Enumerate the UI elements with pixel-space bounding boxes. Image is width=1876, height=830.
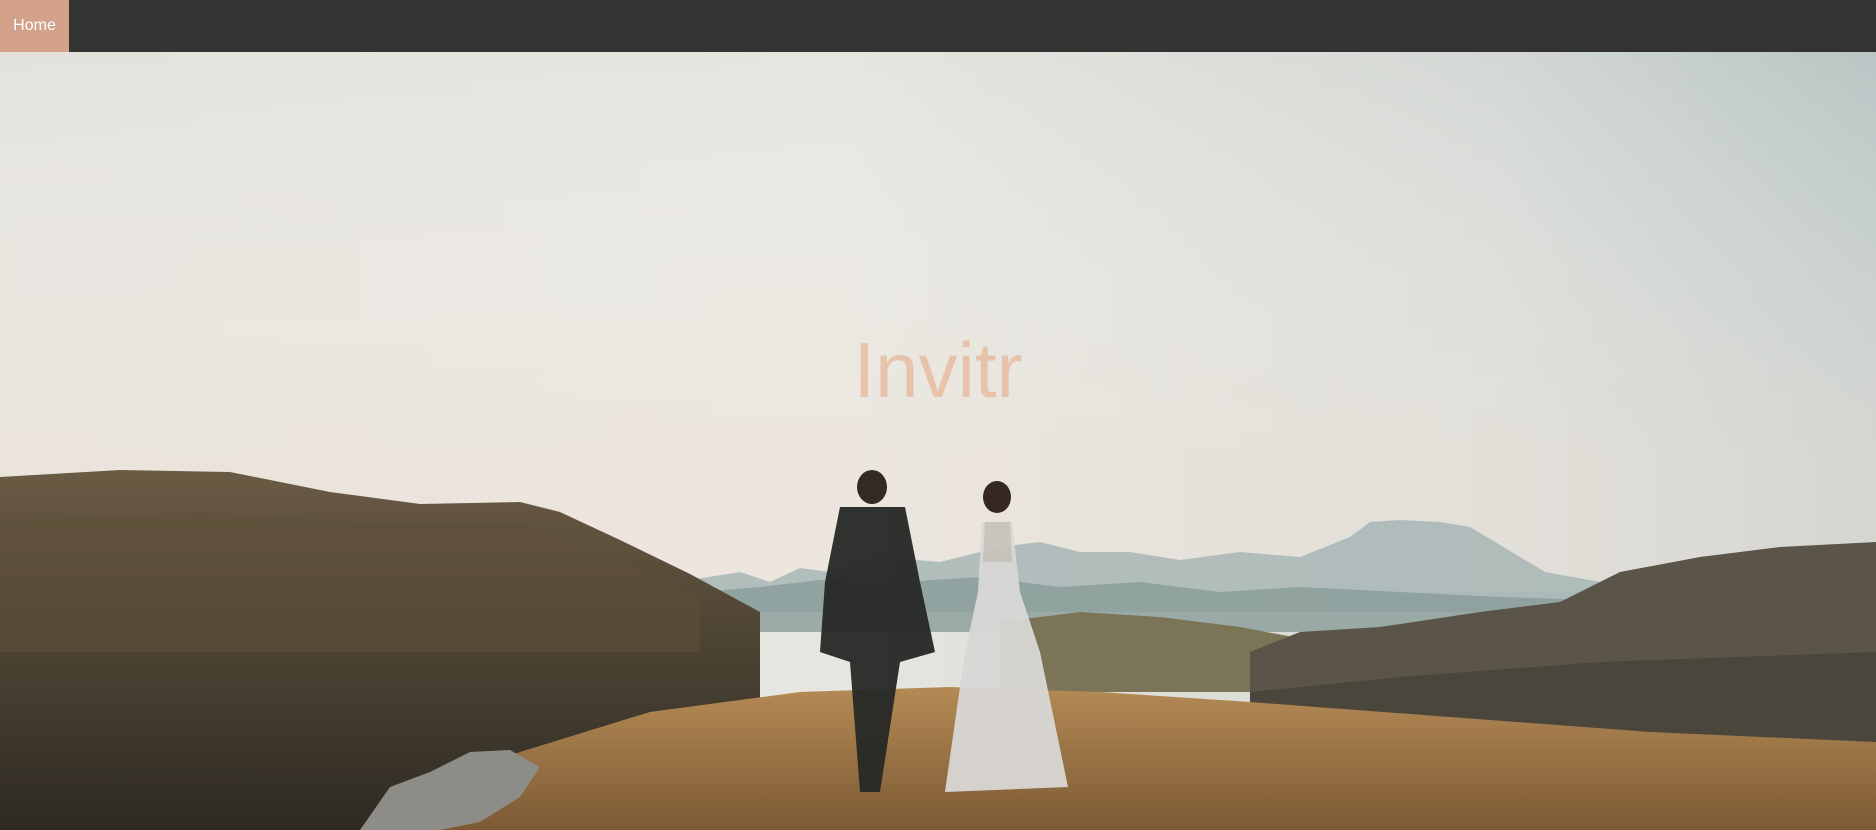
hero-section: Invitr [0, 52, 1876, 830]
top-navigation-bar: Home [0, 0, 1876, 52]
nav-item-home[interactable]: Home [0, 0, 69, 52]
hero-background-image [0, 52, 1876, 830]
hero-title: Invitr [853, 326, 1023, 414]
